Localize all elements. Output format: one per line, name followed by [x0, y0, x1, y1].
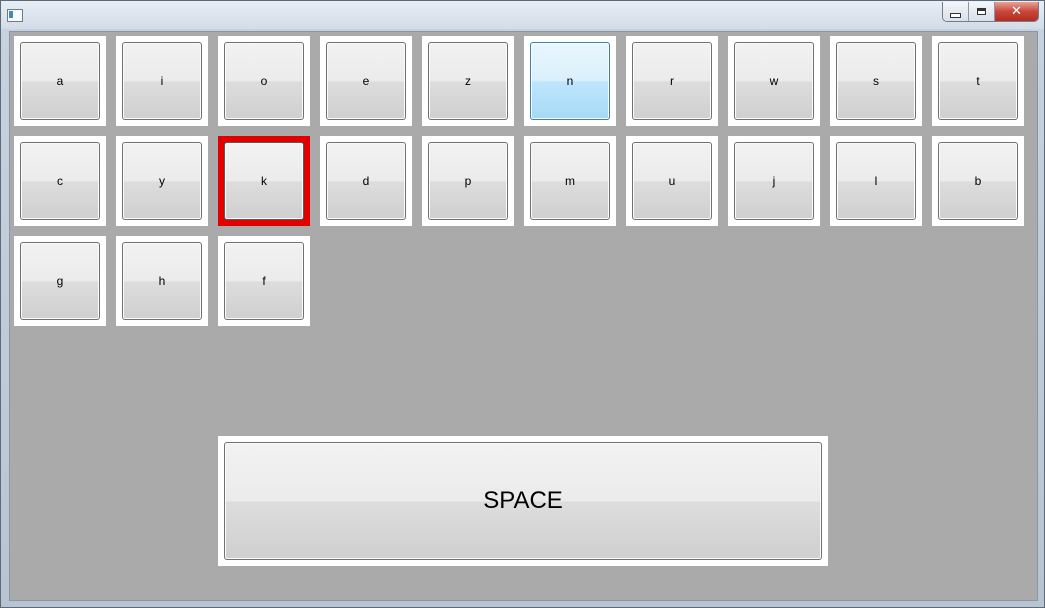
key-cell: p — [422, 136, 514, 226]
key-cell: s — [830, 36, 922, 126]
key-l[interactable]: l — [836, 142, 916, 220]
key-cell: t — [932, 36, 1024, 126]
key-cell: c — [14, 136, 106, 226]
key-cell: a — [14, 36, 106, 126]
key-m[interactable]: m — [530, 142, 610, 220]
key-e[interactable]: e — [326, 42, 406, 120]
close-icon: ✕ — [1011, 4, 1022, 19]
key-cell: d — [320, 136, 412, 226]
key-y[interactable]: y — [122, 142, 202, 220]
key-cell: o — [218, 36, 310, 126]
key-z[interactable]: z — [428, 42, 508, 120]
key-cell: j — [728, 136, 820, 226]
key-cell: n — [524, 36, 616, 126]
key-cell: w — [728, 36, 820, 126]
space-key[interactable]: SPACE — [224, 442, 822, 560]
key-cell: l — [830, 136, 922, 226]
key-c[interactable]: c — [20, 142, 100, 220]
key-h[interactable]: h — [122, 242, 202, 320]
key-b[interactable]: b — [938, 142, 1018, 220]
key-r[interactable]: r — [632, 42, 712, 120]
letter-key-grid: aioeznrwst cykdpmujlb ghf — [14, 36, 1024, 326]
key-cell: f — [218, 236, 310, 326]
key-o[interactable]: o — [224, 42, 304, 120]
key-g[interactable]: g — [20, 242, 100, 320]
maximize-icon — [977, 8, 986, 15]
key-n[interactable]: n — [530, 42, 610, 120]
keyboard-panel: aioeznrwst cykdpmujlb ghf SPACE — [9, 31, 1038, 601]
key-cell: b — [932, 136, 1024, 226]
key-cell: u — [626, 136, 718, 226]
key-cell: g — [14, 236, 106, 326]
maximize-button[interactable] — [969, 2, 995, 21]
key-f[interactable]: f — [224, 242, 304, 320]
app-window: ✕ aioeznrwst cykdpmujlb ghf SPACE — [0, 0, 1045, 608]
key-cell: m — [524, 136, 616, 226]
key-p[interactable]: p — [428, 142, 508, 220]
key-i[interactable]: i — [122, 42, 202, 120]
key-cell: e — [320, 36, 412, 126]
caption-buttons: ✕ — [942, 2, 1039, 22]
key-cell: y — [116, 136, 208, 226]
key-cell: z — [422, 36, 514, 126]
key-d[interactable]: d — [326, 142, 406, 220]
key-cell: r — [626, 36, 718, 126]
minimize-button[interactable] — [943, 2, 969, 21]
key-k[interactable]: k — [224, 142, 304, 220]
title-bar[interactable]: ✕ — [1, 1, 1044, 29]
key-w[interactable]: w — [734, 42, 814, 120]
key-u[interactable]: u — [632, 142, 712, 220]
key-cell: k — [218, 136, 310, 226]
key-cell: h — [116, 236, 208, 326]
close-button[interactable]: ✕ — [995, 2, 1038, 21]
key-t[interactable]: t — [938, 42, 1018, 120]
key-j[interactable]: j — [734, 142, 814, 220]
key-s[interactable]: s — [836, 42, 916, 120]
app-window-icon[interactable] — [7, 9, 23, 22]
space-key-cell: SPACE — [218, 436, 828, 566]
key-cell: i — [116, 36, 208, 126]
key-a[interactable]: a — [20, 42, 100, 120]
minimize-icon — [950, 12, 961, 18]
